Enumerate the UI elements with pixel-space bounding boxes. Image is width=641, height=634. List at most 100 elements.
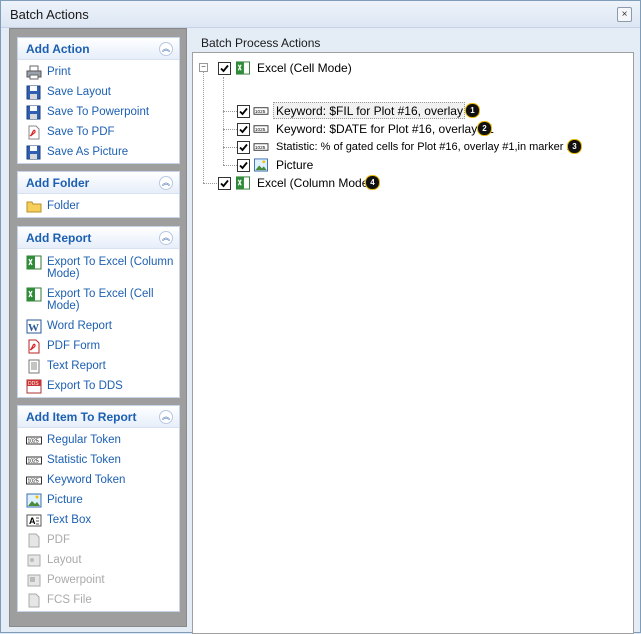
powerpoint-grey-icon <box>27 574 41 587</box>
printer-icon <box>26 65 42 80</box>
tree-node-excel-column-mode[interactable]: Excel (Column Mode) 4 <box>193 174 493 192</box>
sidebar-item-label: Statistic Token <box>47 454 121 466</box>
svg-text:W: W <box>28 322 39 334</box>
group-add-item-to-report: Add Item To Report ︽ 1025 Regular Token … <box>17 405 180 612</box>
token-icon: 1025 <box>26 436 42 445</box>
title-bar: Batch Actions × <box>1 1 640 28</box>
group-add-item-header[interactable]: Add Item To Report ︽ <box>18 406 179 428</box>
tree-node-label: Picture <box>276 158 314 172</box>
sidebar-item-export-dds[interactable]: DDS Export To DDS <box>26 378 176 396</box>
token-icon: 1025 <box>26 476 42 485</box>
close-button[interactable]: × <box>617 7 632 22</box>
panel-title: Batch Process Actions <box>201 36 321 50</box>
sidebar-item-label: Keyword Token <box>47 474 126 486</box>
sidebar-item-pdf: PDF <box>26 532 176 550</box>
sidebar-item-label: Print <box>47 66 71 78</box>
batch-actions-window: Batch Actions × Add Action ︽ Print Save … <box>0 0 641 634</box>
collapse-icon[interactable]: ︽ <box>159 42 173 56</box>
sidebar-item-label: Export To Excel (Cell Mode) <box>47 288 154 312</box>
excel-icon <box>26 255 42 270</box>
layout-grey-icon <box>27 554 41 567</box>
pdf-grey-icon <box>28 533 40 548</box>
folder-icon <box>26 201 42 213</box>
batch-tree[interactable]: − Excel (Cell Mode) 1025 Keyword: $FIL f… <box>192 52 634 634</box>
sidebar-item-text-box[interactable]: A Text Box <box>26 512 176 530</box>
tree-node-statistic[interactable]: 1025 Statistic: % of gated cells for Plo… <box>193 138 631 156</box>
expander-toggle[interactable]: − <box>199 63 208 72</box>
sidebar-item-powerpoint: Powerpoint <box>26 572 176 590</box>
group-title: Add Action <box>26 42 90 56</box>
svg-text:1025: 1025 <box>255 109 266 114</box>
excel-icon <box>236 176 250 190</box>
callout-badge: 2 <box>477 121 492 136</box>
tree-node-excel-cell-mode[interactable]: − Excel (Cell Mode) <box>193 59 613 77</box>
tree-node-label: Excel (Column Mode) <box>257 176 373 190</box>
sidebar-item-label: PDF Form <box>47 340 101 352</box>
collapse-icon[interactable]: ︽ <box>159 176 173 190</box>
sidebar-item-save-to-powerpoint[interactable]: Save To Powerpoint <box>26 104 176 122</box>
sidebar-item-text-report[interactable]: Text Report <box>26 358 176 376</box>
sidebar-item-label: Word Report <box>47 320 112 332</box>
floppy-icon <box>26 85 41 100</box>
sidebar-item-export-excel-cell[interactable]: Export To Excel (Cell Mode) <box>26 286 176 316</box>
sidebar-item-regular-token[interactable]: 1025 Regular Token <box>26 432 176 450</box>
tree-node-keyword-date[interactable]: 1025 Keyword: $DATE for Plot #16, overla… <box>193 120 623 138</box>
svg-text:A: A <box>29 516 36 526</box>
sidebar-item-label: FCS File <box>47 594 92 606</box>
text-report-icon <box>28 359 40 374</box>
sidebar-item-label: Save Layout <box>47 86 111 98</box>
picture-icon <box>254 158 268 172</box>
sidebar-item-keyword-token[interactable]: 1025 Keyword Token <box>26 472 176 490</box>
token-icon: 1025 <box>253 125 269 133</box>
svg-text:1025: 1025 <box>255 127 266 132</box>
tree-node-label: Keyword: $DATE for Plot #16, overlay #1 <box>276 122 494 136</box>
token-icon: 1025 <box>253 143 269 151</box>
callout-badge: 4 <box>365 175 380 190</box>
group-add-action-header[interactable]: Add Action ︽ <box>18 38 179 60</box>
sidebar-item-export-excel-column[interactable]: Export To Excel (Column Mode) <box>26 254 176 284</box>
sidebar-item-label: Save To PDF <box>47 126 115 138</box>
sidebar-item-label: Folder <box>47 200 80 212</box>
sidebar-item-save-to-pdf[interactable]: Save To PDF <box>26 124 176 142</box>
svg-text:1025: 1025 <box>28 439 39 445</box>
sidebar-item-label: Export To DDS <box>47 380 123 392</box>
collapse-icon[interactable]: ︽ <box>159 231 173 245</box>
sidebar-item-label: Text Box <box>47 514 92 526</box>
tree-node-picture[interactable]: Picture <box>193 156 493 174</box>
sidebar-item-save-layout[interactable]: Save Layout <box>26 84 176 102</box>
fcs-grey-icon <box>28 593 40 608</box>
sidebar-item-statistic-token[interactable]: 1025 Statistic Token <box>26 452 176 470</box>
token-icon: 1025 <box>253 107 269 115</box>
checkbox[interactable] <box>237 123 250 136</box>
collapse-icon[interactable]: ︽ <box>159 410 173 424</box>
sidebar-item-picture[interactable]: Picture <box>26 492 176 510</box>
group-add-action: Add Action ︽ Print Save Layout Save To P… <box>17 37 180 164</box>
sidebar-item-folder[interactable]: Folder <box>26 198 176 216</box>
group-title: Add Folder <box>26 176 90 190</box>
excel-icon <box>236 61 250 75</box>
batch-process-panel: Batch Process Actions − Excel (Cell Mode… <box>192 28 634 634</box>
svg-text:1025: 1025 <box>255 145 266 150</box>
checkbox[interactable] <box>218 62 231 75</box>
tree-node-label: Statistic: % of gated cells for Plot #16… <box>276 141 573 153</box>
group-title: Add Item To Report <box>26 410 137 424</box>
tree-node-keyword-fil[interactable]: 1025 Keyword: $FIL for Plot #16, overlay… <box>193 102 623 120</box>
checkbox[interactable] <box>237 105 250 118</box>
checkbox[interactable] <box>218 177 231 190</box>
checkbox[interactable] <box>237 141 250 154</box>
sidebar-item-print[interactable]: Print <box>26 64 176 82</box>
group-add-report-header[interactable]: Add Report ︽ <box>18 227 179 249</box>
sidebar-item-word-report[interactable]: W Word Report <box>26 318 176 336</box>
dds-icon: DDS <box>26 379 42 394</box>
callout-badge: 3 <box>567 139 582 154</box>
sidebar-item-save-as-picture[interactable]: Save As Picture <box>26 144 176 162</box>
sidebar-item-label: Save To Powerpoint <box>47 106 150 118</box>
svg-text:DDS: DDS <box>28 381 39 387</box>
svg-text:1025: 1025 <box>28 459 39 465</box>
tree-node-label: Excel (Cell Mode) <box>257 61 352 75</box>
group-add-folder-header[interactable]: Add Folder ︽ <box>18 172 179 194</box>
checkbox[interactable] <box>237 159 250 172</box>
sidebar-item-pdf-form[interactable]: PDF Form <box>26 338 176 356</box>
pdf-icon <box>28 125 40 140</box>
word-icon: W <box>26 319 42 334</box>
